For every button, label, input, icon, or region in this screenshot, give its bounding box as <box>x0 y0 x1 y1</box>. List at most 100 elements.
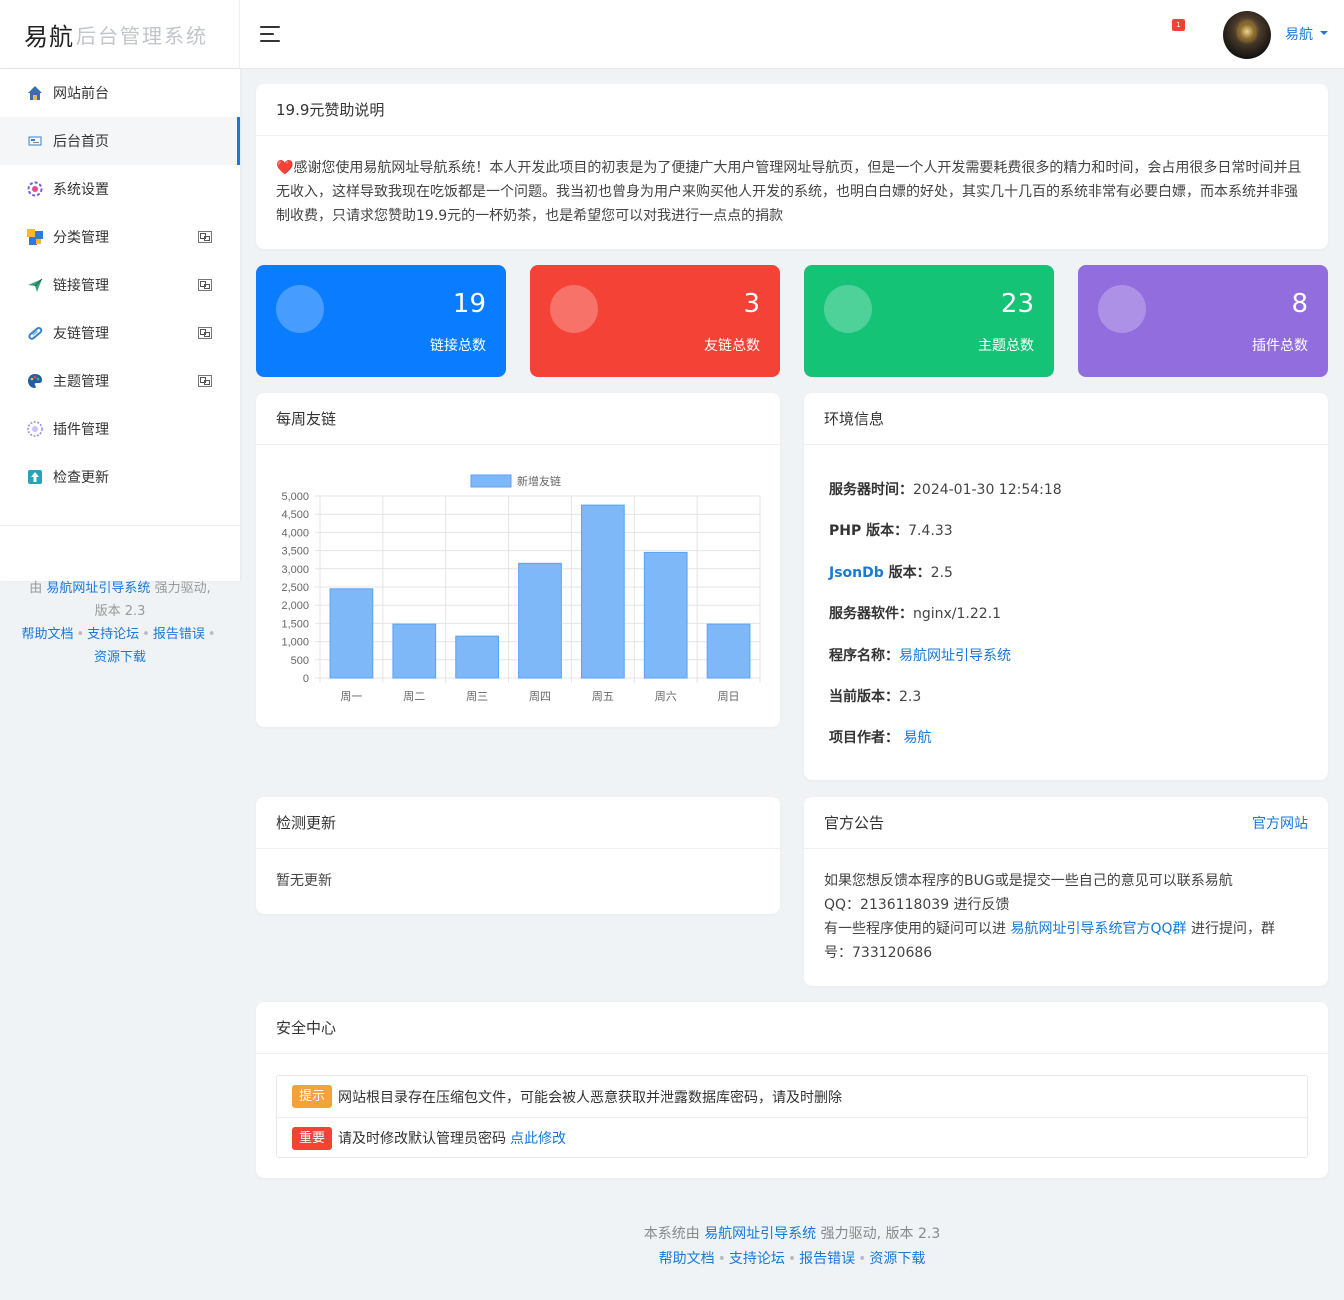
heart-icon: ❤️ <box>276 160 294 176</box>
official-site-link[interactable]: 官方网站 <box>1252 813 1308 833</box>
brand[interactable]: 易航 后台管理系统 <box>0 0 240 69</box>
support-forum-link[interactable]: 支持论坛 <box>87 627 139 642</box>
report-error-link[interactable]: 报告错误 <box>153 627 205 642</box>
x-tick-label: 周六 <box>655 690 677 703</box>
bar <box>392 623 437 679</box>
x-tick-label: 周日 <box>718 690 740 703</box>
bar <box>643 551 688 679</box>
sidebar-item-label: 主题管理 <box>53 374 109 390</box>
footer-text: 由 <box>29 581 43 596</box>
bar <box>706 623 751 679</box>
sidebar-item-update[interactable]: 检查更新 <box>0 453 240 501</box>
plugin-icon <box>26 420 44 438</box>
sidebar-item-category[interactable]: 分类管理 <box>0 213 240 261</box>
settings-icon <box>26 180 44 198</box>
stat-card-themes[interactable]: 23 主题总数 <box>804 265 1054 377</box>
y-tick-label: 0 <box>303 673 309 685</box>
sponsor-card: 19.9元赞助说明 ❤️感谢您使用易航网址导航系统！本人开发此项目的初衷是为了便… <box>256 84 1328 249</box>
stat-card-friendlinks[interactable]: 3 友链总数 <box>530 265 780 377</box>
help-docs-link[interactable]: 帮助文档 <box>659 1251 715 1267</box>
chart-title: 每周友链 <box>276 410 337 428</box>
stat-icon <box>276 285 324 333</box>
tip-tag: 提示 <box>292 1085 333 1108</box>
chevron-down-icon[interactable] <box>1320 31 1328 35</box>
user-menu[interactable]: 易航 <box>1285 24 1313 44</box>
x-tick-label: 周五 <box>592 690 614 703</box>
y-tick-label: 2,000 <box>281 600 309 612</box>
y-tick-label: 1,500 <box>281 618 309 630</box>
system-link[interactable]: 易航网址引导系统 <box>46 581 150 596</box>
help-docs-link[interactable]: 帮助文档 <box>21 627 73 642</box>
notice-line: 如果您想反馈本程序的BUG或是提交一些自己的意见可以联系易航 <box>824 873 1233 889</box>
sidebar-item-dashboard[interactable]: 后台首页 <box>0 117 240 165</box>
qq-group-link[interactable]: 易航网址引导系统官方QQ群 <box>1010 921 1186 937</box>
qr-code-icon <box>198 375 212 387</box>
security-item: 重要 请及时修改默认管理员密码 点此修改 <box>277 1117 1307 1158</box>
y-tick-label: 3,000 <box>281 564 309 576</box>
y-tick-label: 500 <box>291 655 309 667</box>
sidebar: 网站前台 后台首页 系统设置 分类管理 链接管理 友链管理 主题管理 插件管理 … <box>0 69 240 581</box>
env-label: 服务器软件： <box>829 606 913 622</box>
legend-label: 新增友链 <box>517 474 561 488</box>
author-link[interactable]: 易航 <box>903 730 931 746</box>
jsondb-link[interactable]: JsonDb <box>829 565 884 581</box>
resource-download-link[interactable]: 资源下载 <box>94 650 146 665</box>
stat-value: 8 <box>1291 289 1308 319</box>
menu-toggle-icon[interactable] <box>260 26 280 42</box>
sidebar-item-friendlinks[interactable]: 友链管理 <box>0 309 240 357</box>
sidebar-item-frontend[interactable]: 网站前台 <box>0 69 240 117</box>
x-tick-label: 周三 <box>466 690 488 703</box>
category-icon <box>26 228 44 246</box>
card-header: 安全中心 <box>256 1002 1328 1054</box>
env-value: 2024-01-30 12:54:18 <box>913 482 1062 498</box>
page-footer: 本系统由 易航网址引导系统 强力驱动, 版本 2.3 帮助文档 • 支持论坛 • 报告错… <box>643 1226 941 1267</box>
brand-logo: 易航 <box>24 23 74 51</box>
sponsor-title: 19.9元赞助说明 <box>276 101 385 119</box>
program-link[interactable]: 易航网址引导系统 <box>899 648 1011 664</box>
weekly-chart-card: 每周友链 0 500 1,000 1,500 2,000 2,500 3,000 3,500 4… <box>256 393 780 727</box>
footer-text: 本系统由 <box>643 1226 700 1242</box>
stat-icon <box>1098 285 1146 333</box>
home-icon <box>26 84 44 102</box>
security-list: 提示 网站根目录存在压缩包文件，可能会被人恶意获取并泄露数据库密码，请及时删除 … <box>276 1075 1308 1158</box>
qr-code-icon <box>198 231 212 243</box>
stat-card-links[interactable]: 19 链接总数 <box>256 265 506 377</box>
env-author: 项目作者： 易航 <box>829 727 931 747</box>
x-tick-label: 周二 <box>403 690 425 703</box>
system-link[interactable]: 易航网址引导系统 <box>704 1226 816 1242</box>
x-tick-label: 周一 <box>340 690 362 703</box>
sidebar-item-plugins[interactable]: 插件管理 <box>0 405 240 453</box>
notice-title: 官方公告 <box>824 814 885 832</box>
stat-value: 23 <box>1000 289 1034 319</box>
y-tick-label: 3,500 <box>281 546 309 558</box>
stat-label: 插件总数 <box>1252 338 1308 354</box>
card-header: 检测更新 <box>256 797 780 849</box>
report-error-link[interactable]: 报告错误 <box>799 1251 855 1267</box>
resource-download-link[interactable]: 资源下载 <box>869 1251 925 1267</box>
card-header: 19.9元赞助说明 <box>256 84 1328 136</box>
y-tick-label: 2,500 <box>281 582 309 594</box>
stat-card-plugins[interactable]: 8 插件总数 <box>1078 265 1328 377</box>
env-server-time: 服务器时间：2024-01-30 12:54:18 <box>829 479 1062 499</box>
notification-badge[interactable]: 1 <box>1172 19 1185 31</box>
notice-text: 进行提问，群 <box>1186 921 1275 937</box>
card-header: 环境信息 <box>804 393 1328 445</box>
sidebar-item-themes[interactable]: 主题管理 <box>0 357 240 405</box>
env-current-version: 当前版本：2.3 <box>829 686 921 706</box>
sidebar-item-links[interactable]: 链接管理 <box>0 261 240 309</box>
top-header: 易航 后台管理系统 1 易航 <box>0 0 1344 69</box>
bar <box>518 562 562 679</box>
avatar[interactable] <box>1223 11 1271 59</box>
env-info-card: 环境信息 服务器时间：2024-01-30 12:54:18 PHP 版本：7.… <box>804 393 1328 780</box>
support-forum-link[interactable]: 支持论坛 <box>729 1251 785 1267</box>
update-card: 检测更新 暂无更新 <box>256 797 780 914</box>
sidebar-item-label: 系统设置 <box>53 182 109 198</box>
env-value: 2.3 <box>899 689 922 705</box>
env-label: 版本： <box>883 565 931 581</box>
notice-text: 有一些程序使用的疑问可以进 <box>824 921 1011 937</box>
security-text: 网站根目录存在压缩包文件，可能会被人恶意获取并泄露数据库密码，请及时删除 <box>338 1089 843 1106</box>
change-password-link[interactable]: 点此修改 <box>510 1128 566 1148</box>
sidebar-item-settings[interactable]: 系统设置 <box>0 165 240 213</box>
update-title: 检测更新 <box>276 814 337 832</box>
send-icon <box>26 276 44 294</box>
